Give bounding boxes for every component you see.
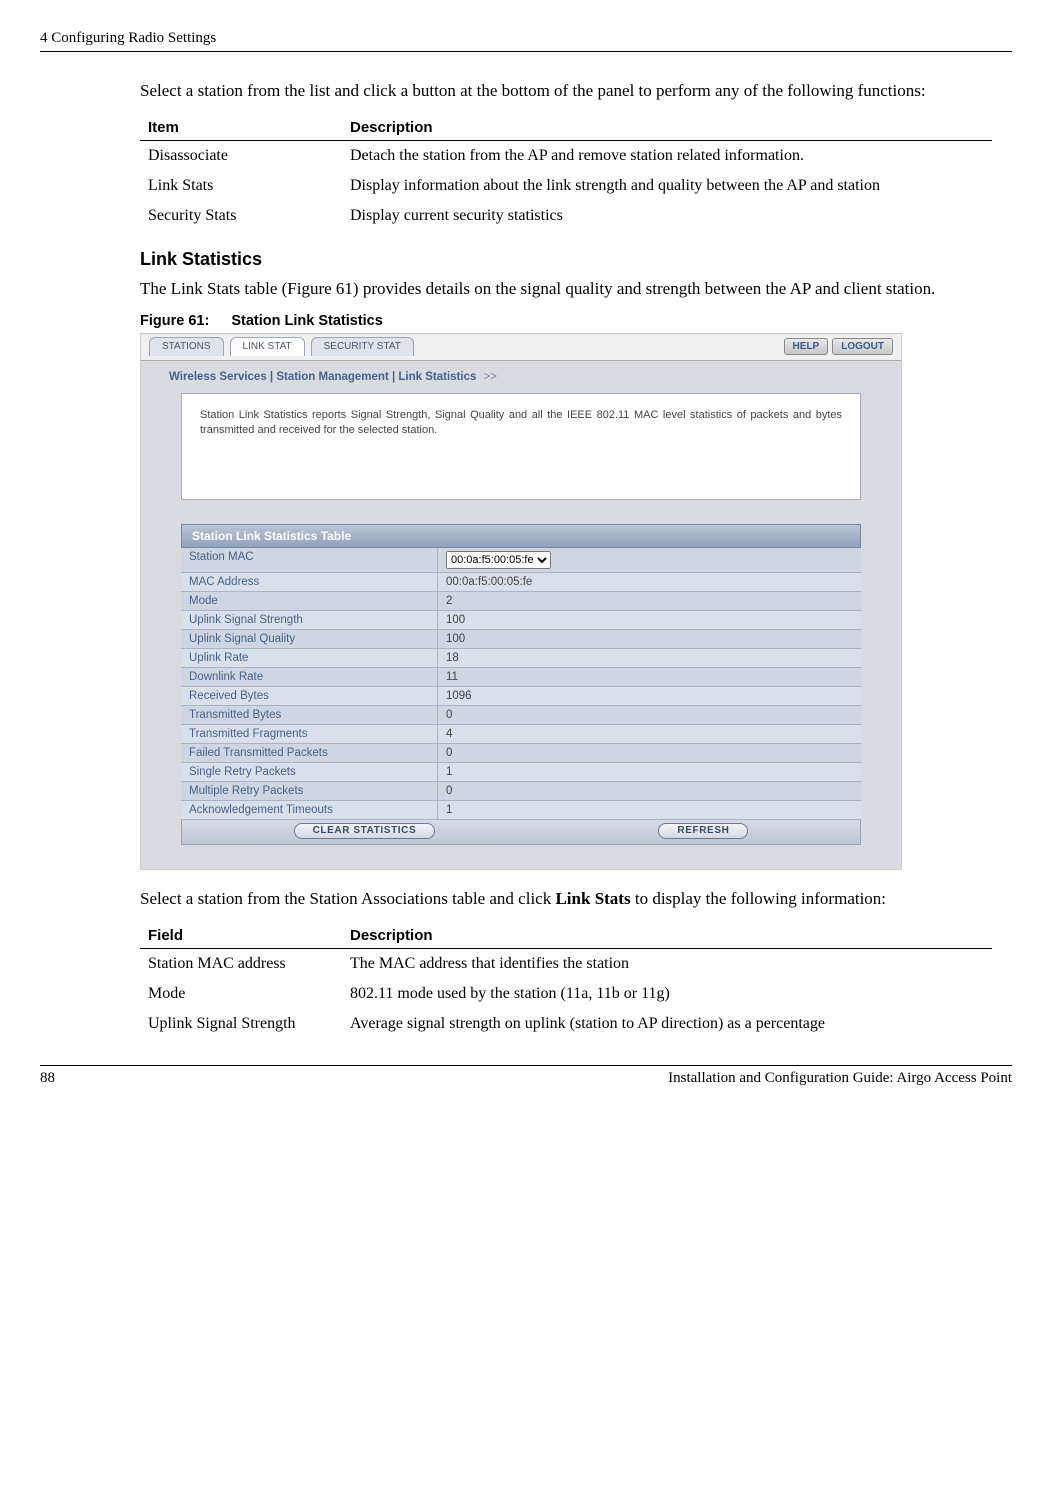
stats-row: Single Retry Packets 1 [181, 763, 861, 782]
footer-guide-title: Installation and Configuration Guide: Ai… [668, 1070, 1012, 1087]
field-description-table: Field Description Station MAC address Th… [140, 923, 992, 1039]
desc-cell: Display information about the link stren… [342, 171, 992, 201]
table-row: Security Stats Display current security … [140, 201, 992, 231]
help-button[interactable]: HELP [784, 338, 829, 355]
desc-cell: Display current security statistics [342, 201, 992, 231]
item-description-table: Item Description Disassociate Detach the… [140, 115, 992, 231]
stats-label: Transmitted Fragments [181, 725, 438, 743]
stats-value: 11 [438, 668, 861, 686]
table-row: Mode 802.11 mode used by the station (11… [140, 979, 992, 1009]
stats-value: 100 [438, 630, 861, 648]
stats-label: MAC Address [181, 573, 438, 591]
after-figure-text-1: Select a station from the Station Associ… [140, 889, 555, 908]
clear-statistics-button[interactable]: CLEAR STATISTICS [294, 823, 436, 839]
item-cell: Disassociate [140, 140, 342, 171]
stats-value: 18 [438, 649, 861, 667]
stats-value: 4 [438, 725, 861, 743]
field-cell: Station MAC address [140, 948, 342, 979]
stats-label: Station MAC [181, 548, 438, 572]
breadcrumb-arrow-icon: >> [484, 371, 497, 383]
table-row: Link Stats Display information about the… [140, 171, 992, 201]
stats-label: Failed Transmitted Packets [181, 744, 438, 762]
stats-row: Acknowledgement Timeouts 1 [181, 801, 861, 820]
bottom-button-bar: CLEAR STATISTICS REFRESH [181, 820, 861, 845]
stats-row: Uplink Signal Quality 100 [181, 630, 861, 649]
stats-value: 0 [438, 706, 861, 724]
stats-table-title: Station Link Statistics Table [181, 524, 861, 548]
stats-value: 1 [438, 801, 861, 819]
stats-row: Downlink Rate 11 [181, 668, 861, 687]
stats-label: Acknowledgement Timeouts [181, 801, 438, 819]
intro-paragraph: Select a station from the list and click… [140, 80, 992, 103]
stats-row: Uplink Signal Strength 100 [181, 611, 861, 630]
tab-security-stat[interactable]: SECURITY STAT [311, 337, 414, 356]
field-cell: Mode [140, 979, 342, 1009]
item-header: Item [140, 115, 342, 141]
breadcrumb-text: Wireless Services | Station Management |… [169, 371, 476, 383]
desc-cell: The MAC address that identifies the stat… [342, 948, 992, 979]
stats-value: 0 [438, 782, 861, 800]
breadcrumb: Wireless Services | Station Management |… [141, 361, 901, 393]
link-stats-paragraph: The Link Stats table (Figure 61) provide… [140, 278, 992, 301]
figure-title: Station Link Statistics [231, 313, 382, 329]
ui-screenshot: STATIONS LINK STAT SECURITY STAT HELP LO… [140, 333, 902, 870]
page-footer: 88 Installation and Configuration Guide:… [40, 1065, 1012, 1087]
table-row: Disassociate Detach the station from the… [140, 140, 992, 171]
stats-row: Station MAC 00:0a:f5:00:05:fe [181, 548, 861, 573]
after-figure-paragraph: Select a station from the Station Associ… [140, 888, 992, 911]
stats-row: Received Bytes 1096 [181, 687, 861, 706]
description-header: Description [342, 115, 992, 141]
stats-label: Downlink Rate [181, 668, 438, 686]
stats-label: Uplink Rate [181, 649, 438, 667]
stats-label: Uplink Signal Quality [181, 630, 438, 648]
stats-label: Mode [181, 592, 438, 610]
stats-value: 1 [438, 763, 861, 781]
tab-link-stat[interactable]: LINK STAT [230, 337, 305, 356]
stats-row: Mode 2 [181, 592, 861, 611]
tab-stations[interactable]: STATIONS [149, 337, 224, 356]
stats-row: Transmitted Fragments 4 [181, 725, 861, 744]
description-header: Description [342, 923, 992, 949]
stats-label: Transmitted Bytes [181, 706, 438, 724]
stats-table: Station Link Statistics Table Station MA… [181, 524, 861, 845]
stats-row: MAC Address 00:0a:f5:00:05:fe [181, 573, 861, 592]
description-box: Station Link Statistics reports Signal S… [181, 393, 861, 500]
stats-row: Failed Transmitted Packets 0 [181, 744, 861, 763]
stats-row: Multiple Retry Packets 0 [181, 782, 861, 801]
stats-label: Multiple Retry Packets [181, 782, 438, 800]
after-figure-text-2: to display the following information: [631, 889, 886, 908]
stats-value: 00:0a:f5:00:05:fe [438, 573, 861, 591]
logout-button[interactable]: LOGOUT [832, 338, 893, 355]
page-header: 4 Configuring Radio Settings [40, 30, 1012, 52]
desc-cell: Detach the station from the AP and remov… [342, 140, 992, 171]
stats-value: 0 [438, 744, 861, 762]
station-mac-select[interactable]: 00:0a:f5:00:05:fe [446, 551, 551, 569]
link-stats-bold: Link Stats [555, 889, 630, 908]
table-row: Uplink Signal Strength Average signal st… [140, 1009, 992, 1039]
stats-value: 2 [438, 592, 861, 610]
stats-value: 100 [438, 611, 861, 629]
stats-value: 1096 [438, 687, 861, 705]
figure-label: Figure 61: Station Link Statistics [140, 313, 992, 329]
stats-label: Single Retry Packets [181, 763, 438, 781]
link-statistics-heading: Link Statistics [140, 249, 992, 270]
stats-label: Uplink Signal Strength [181, 611, 438, 629]
table-row: Station MAC address The MAC address that… [140, 948, 992, 979]
tab-bar: STATIONS LINK STAT SECURITY STAT HELP LO… [141, 334, 901, 361]
field-header: Field [140, 923, 342, 949]
stats-label: Received Bytes [181, 687, 438, 705]
figure-number: Figure 61: [140, 313, 209, 329]
item-cell: Security Stats [140, 201, 342, 231]
stats-row: Uplink Rate 18 [181, 649, 861, 668]
field-cell: Uplink Signal Strength [140, 1009, 342, 1039]
stats-row: Transmitted Bytes 0 [181, 706, 861, 725]
item-cell: Link Stats [140, 171, 342, 201]
page-number: 88 [40, 1070, 55, 1087]
desc-cell: 802.11 mode used by the station (11a, 11… [342, 979, 992, 1009]
desc-cell: Average signal strength on uplink (stati… [342, 1009, 992, 1039]
refresh-button[interactable]: REFRESH [658, 823, 748, 839]
